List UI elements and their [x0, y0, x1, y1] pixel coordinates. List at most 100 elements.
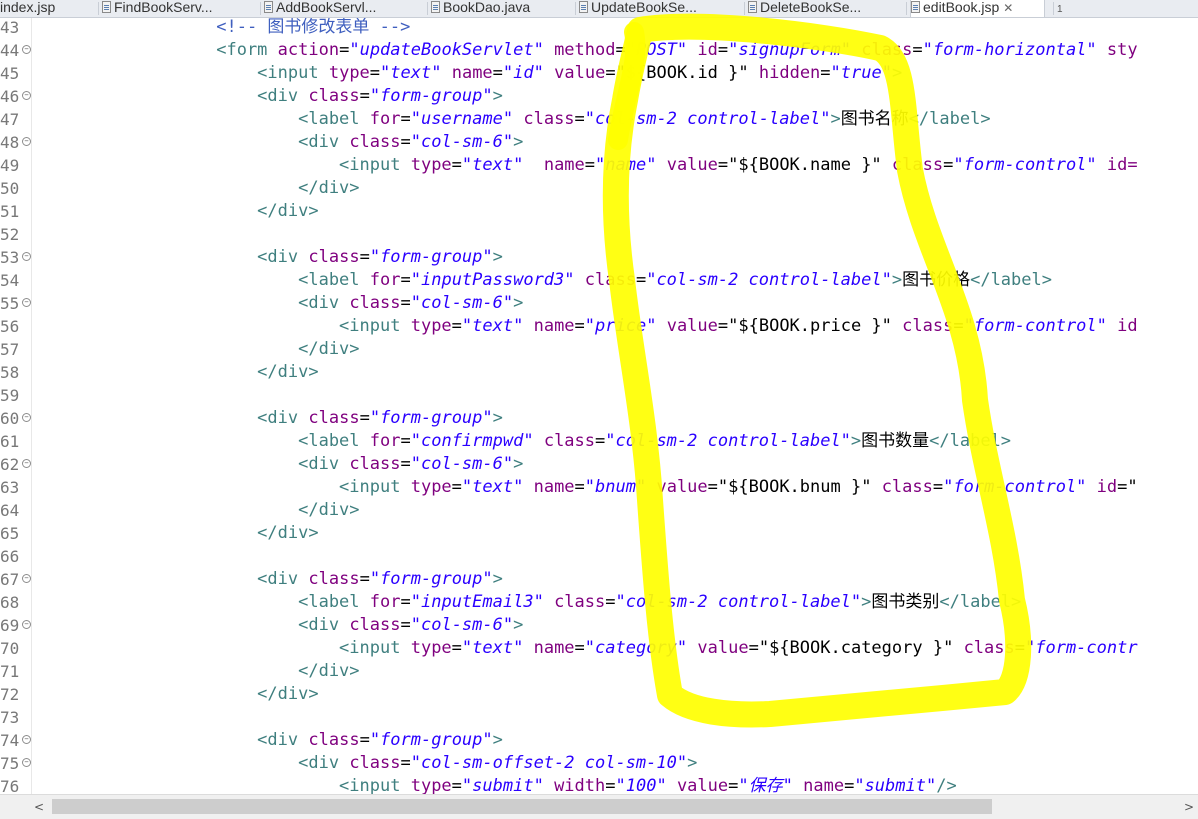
code-text: <label for="username" class="col-sm-2 co…: [32, 108, 990, 131]
token-txt: "${BOOK.price }": [728, 316, 892, 336]
fold-toggle-icon[interactable]: −: [22, 574, 31, 583]
token-val: "id": [502, 63, 544, 83]
tab-6[interactable]: DeleteBookSe...: [748, 0, 904, 17]
tab-2[interactable]: FindBookServ...: [102, 0, 258, 17]
code-line[interactable]: 54 <label for="inputPassword3" class="co…: [0, 269, 1198, 292]
code-line[interactable]: 45 <input type="text" name="id" value="$…: [0, 62, 1198, 85]
token-tag: >: [830, 109, 841, 129]
code-line[interactable]: 44− <form action="updateBookServlet" met…: [0, 39, 1198, 62]
code-line[interactable]: 73: [0, 706, 1198, 729]
code-line[interactable]: 53− <div class="form-group">: [0, 246, 1198, 269]
code-line[interactable]: 62− <div class="col-sm-6">: [0, 453, 1198, 476]
tab-label: FindBookServ...: [114, 0, 213, 15]
scroll-left-arrow-icon[interactable]: <: [34, 800, 44, 814]
line-number: 48: [0, 133, 20, 152]
code-line[interactable]: 68 <label for="inputEmail3" class="col-s…: [0, 591, 1198, 614]
code-line[interactable]: 43 <!-- 图书修改表单 -->: [0, 18, 1198, 39]
line-number: 65: [0, 524, 20, 543]
code-line[interactable]: 51 </div>: [0, 200, 1198, 223]
code-line[interactable]: 74− <div class="form-group">: [0, 729, 1198, 752]
fold-toggle-icon[interactable]: −: [22, 298, 31, 307]
code-line[interactable]: 60− <div class="form-group">: [0, 407, 1198, 430]
horizontal-scrollbar[interactable]: < >: [0, 794, 1198, 819]
fold-toggle-icon[interactable]: −: [22, 758, 31, 767]
code-line[interactable]: 76 <input type="submit" width="100" valu…: [0, 775, 1198, 794]
fold-toggle-icon[interactable]: −: [22, 459, 31, 468]
fold-toggle-icon[interactable]: −: [22, 45, 31, 54]
line-number: 49: [0, 156, 20, 175]
fold-toggle-icon[interactable]: −: [22, 252, 31, 261]
code-line[interactable]: 47 <label for="username" class="col-sm-2…: [0, 108, 1198, 131]
token-txt: =: [943, 155, 954, 175]
token-attr: value: [676, 776, 729, 794]
scroll-right-arrow-icon[interactable]: >: [1184, 800, 1194, 814]
tab-8[interactable]: 1: [1057, 0, 1077, 17]
token-attr: class: [881, 477, 933, 497]
code-line[interactable]: 63 <input type="text" name="bnum" value=…: [0, 476, 1198, 499]
code-line[interactable]: 75− <div class="col-sm-offset-2 col-sm-1…: [0, 752, 1198, 775]
token-attr: class: [861, 40, 913, 60]
code-line[interactable]: 67− <div class="form-group">: [0, 568, 1198, 591]
code-text: <label for="inputEmail3" class="col-sm-2…: [32, 591, 1021, 614]
line-number: 61: [0, 432, 20, 451]
fold-toggle-icon[interactable]: −: [22, 413, 31, 422]
fold-toggle-icon[interactable]: −: [22, 735, 31, 744]
code-line[interactable]: 65 </div>: [0, 522, 1198, 545]
token-val: "col-sm-6": [410, 454, 514, 474]
code-line[interactable]: 55− <div class="col-sm-6">: [0, 292, 1198, 315]
fold-toggle-icon[interactable]: −: [22, 91, 31, 100]
code-line[interactable]: 64 </div>: [0, 499, 1198, 522]
code-line[interactable]: 66: [0, 545, 1198, 568]
token-txt: =: [492, 63, 503, 83]
code-editor[interactable]: 43 <!-- 图书修改表单 --> 44− <form action="upda…: [0, 18, 1198, 794]
fold-toggle-icon[interactable]: −: [22, 620, 31, 629]
tab-7[interactable]: editBook.jsp ✕: [910, 0, 1045, 17]
code-line[interactable]: 46− <div class="form-group">: [0, 85, 1198, 108]
code-line[interactable]: 56 <input type="text" name="price" value…: [0, 315, 1198, 338]
fold-toggle-icon[interactable]: −: [22, 137, 31, 146]
token-tag: <input: [339, 776, 401, 794]
tab-4[interactable]: BookDao.java: [431, 0, 573, 17]
code-line[interactable]: 49 <input type="text" name="name" value=…: [0, 154, 1198, 177]
code-line[interactable]: 50 </div>: [0, 177, 1198, 200]
code-line[interactable]: 72 </div>: [0, 683, 1198, 706]
scrollbar-thumb[interactable]: [52, 799, 992, 814]
token-tag: >: [513, 615, 524, 635]
code-line[interactable]: 58 </div>: [0, 361, 1198, 384]
tab-5[interactable]: UpdateBookSe...: [579, 0, 742, 17]
line-number: 72: [0, 685, 20, 704]
code-line[interactable]: 48− <div class="col-sm-6">: [0, 131, 1198, 154]
tab-3[interactable]: AddBookServl...: [264, 0, 424, 17]
code-line[interactable]: 69− <div class="col-sm-6">: [0, 614, 1198, 637]
code-text: <div class="form-group">: [32, 85, 503, 108]
code-line[interactable]: 59: [0, 384, 1198, 407]
close-tab-icon[interactable]: ✕: [1003, 1, 1013, 15]
code-line[interactable]: 52: [0, 223, 1198, 246]
tab-1[interactable]: index.jsp: [0, 0, 95, 17]
code-line[interactable]: 57 </div>: [0, 338, 1198, 361]
code-line[interactable]: 70 <input type="text" name="category" va…: [0, 637, 1198, 660]
code-text: <div class="col-sm-6">: [32, 292, 523, 315]
code-line[interactable]: 71 </div>: [0, 660, 1198, 683]
code-text: <div class="form-group">: [32, 407, 503, 430]
token-tag: >: [492, 569, 503, 589]
token-tag: <div: [298, 753, 340, 773]
tab-separator: [98, 2, 99, 15]
code-line[interactable]: 61 <label for="confirmpwd" class="col-sm…: [0, 430, 1198, 453]
token-txt: =: [451, 316, 462, 336]
token-tag: >: [891, 270, 903, 290]
